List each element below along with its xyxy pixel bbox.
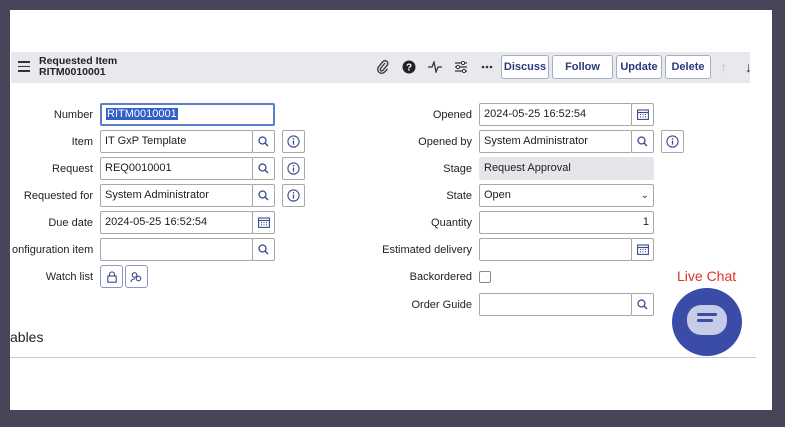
configuration-item-field[interactable]	[100, 238, 253, 261]
hamburger-menu-icon[interactable]	[18, 61, 30, 73]
request-label: Request	[52, 163, 93, 175]
watch-list-lock-icon[interactable]	[100, 265, 123, 288]
watch-list-label: Watch list	[45, 271, 93, 283]
item-search-icon[interactable]	[252, 130, 275, 153]
section-divider	[10, 357, 756, 358]
form-header: Requested Item RITM0010001 ? Discuss Fol…	[11, 52, 752, 83]
item-info-icon[interactable]	[282, 130, 305, 153]
svg-text:?: ?	[406, 63, 412, 74]
order-guide-label: Order Guide	[411, 299, 472, 311]
number-field[interactable]: RITM0010001	[100, 103, 275, 126]
due-date-label: Due date	[48, 217, 93, 229]
backordered-label: Backordered	[409, 271, 472, 283]
number-label: Number	[53, 109, 93, 121]
estimated-delivery-calendar-icon[interactable]	[631, 238, 654, 261]
requested-for-label: Requested for	[23, 190, 93, 202]
variables-section-title: ables	[10, 329, 44, 345]
opened-by-label: Opened by	[418, 136, 472, 148]
follow-button[interactable]: Follow	[552, 55, 613, 79]
due-date-field[interactable]: 2024-05-25 16:52:54	[100, 211, 253, 234]
requested-for-field[interactable]: System Administrator	[100, 184, 253, 207]
request-search-icon[interactable]	[252, 157, 275, 180]
opened-label: Opened	[432, 109, 472, 121]
state-label: State	[446, 190, 472, 202]
delete-button[interactable]: Delete	[665, 55, 711, 79]
requested-for-info-icon[interactable]	[282, 184, 305, 207]
quantity-field[interactable]: 1	[479, 211, 654, 234]
live-chat-label: Live Chat	[677, 268, 737, 284]
more-options-icon[interactable]	[479, 59, 495, 75]
activity-icon[interactable]	[427, 59, 443, 75]
state-select[interactable]: Open ⌄	[479, 184, 654, 207]
requested-for-search-icon[interactable]	[252, 184, 275, 207]
stage-label: Stage	[443, 163, 472, 175]
configuration-item-search-icon[interactable]	[252, 238, 275, 261]
state-value: Open	[484, 189, 511, 201]
configuration-item-label: onfiguration item	[12, 244, 93, 256]
estimated-delivery-field[interactable]	[479, 238, 632, 261]
settings-sliders-icon[interactable]	[453, 59, 469, 75]
discuss-button[interactable]: Discuss	[501, 55, 549, 79]
backordered-checkbox[interactable]	[479, 271, 491, 283]
chevron-down-icon: ⌄	[640, 190, 649, 201]
header-title: Requested Item RITM0010001	[39, 56, 117, 78]
number-value: RITM0010001	[106, 108, 178, 120]
estimated-delivery-label: Estimated delivery	[382, 244, 472, 256]
request-field[interactable]: REQ0010001	[100, 157, 253, 180]
help-icon[interactable]: ?	[401, 59, 417, 75]
record-number: RITM0010001	[39, 66, 106, 78]
opened-by-search-icon[interactable]	[631, 130, 654, 153]
live-chat-button[interactable]	[672, 288, 742, 356]
quantity-label: Quantity	[431, 217, 472, 229]
item-field[interactable]: IT GxP Template	[100, 130, 253, 153]
item-label: Item	[71, 136, 93, 148]
request-info-icon[interactable]	[282, 157, 305, 180]
update-button[interactable]: Update	[616, 55, 662, 79]
stage-field: Request Approval	[479, 157, 654, 180]
order-guide-field[interactable]	[479, 293, 632, 316]
watch-list-add-me-icon[interactable]	[125, 265, 148, 288]
previous-record-icon[interactable]: ↑	[720, 59, 727, 75]
opened-by-field[interactable]: System Administrator	[479, 130, 632, 153]
chat-bubble-icon	[687, 305, 727, 335]
attachment-icon[interactable]	[375, 59, 391, 75]
opened-field[interactable]: 2024-05-25 16:52:54	[479, 103, 632, 126]
due-date-calendar-icon[interactable]	[252, 211, 275, 234]
next-record-icon[interactable]: ↓	[745, 59, 752, 75]
opened-by-info-icon[interactable]	[661, 130, 684, 153]
order-guide-search-icon[interactable]	[631, 293, 654, 316]
opened-calendar-icon[interactable]	[631, 103, 654, 126]
